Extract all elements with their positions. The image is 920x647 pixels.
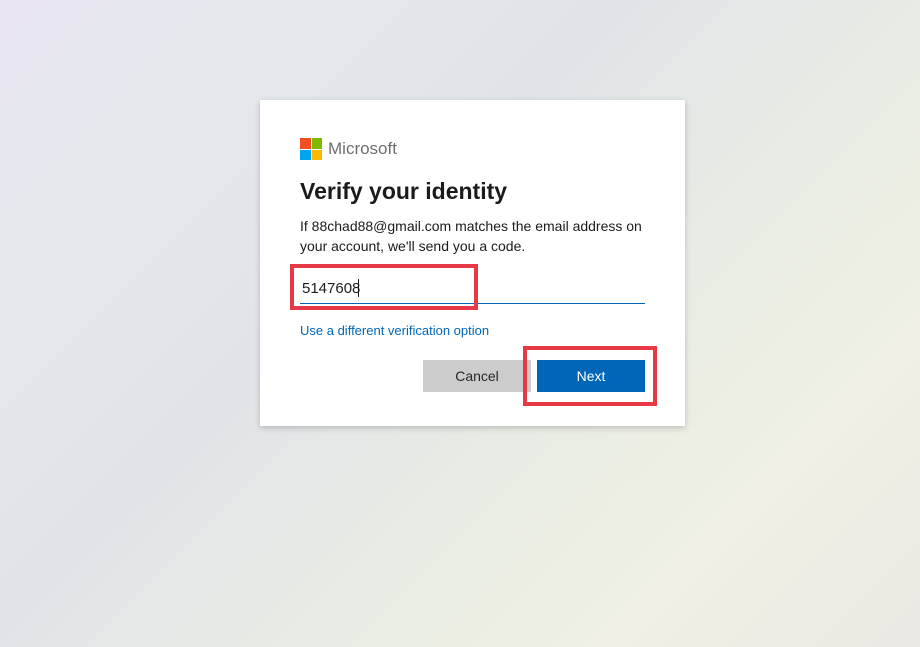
brand-row: Microsoft (300, 138, 645, 160)
next-button[interactable]: Next (537, 360, 645, 392)
button-row: Cancel Next (300, 360, 645, 392)
verify-identity-card: Microsoft Verify your identity If 88chad… (260, 100, 685, 426)
different-option-link[interactable]: Use a different verification option (300, 323, 489, 338)
description-text: If 88chad88@gmail.com matches the email … (300, 217, 645, 256)
brand-name: Microsoft (328, 139, 397, 159)
code-input-container (300, 274, 645, 304)
text-caret (358, 279, 359, 297)
microsoft-logo-icon (300, 138, 322, 160)
verification-code-input[interactable] (300, 274, 645, 304)
cancel-button[interactable]: Cancel (423, 360, 531, 392)
page-title: Verify your identity (300, 178, 645, 205)
